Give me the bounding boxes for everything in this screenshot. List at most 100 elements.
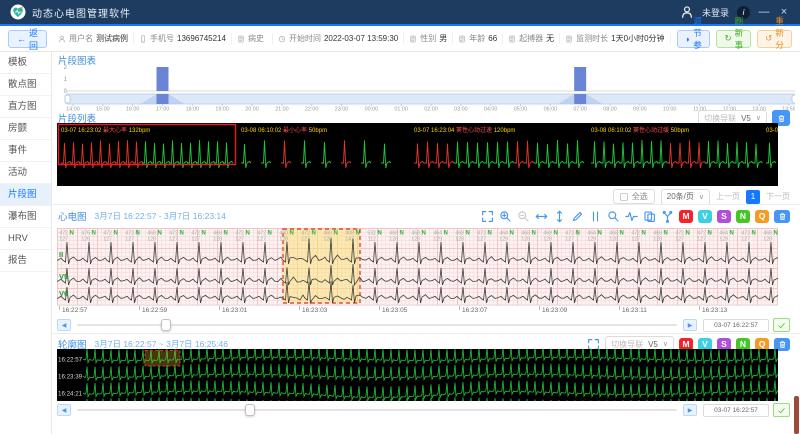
outline-strip[interactable]: 16:22:57 16:23:39 16:24:21 <box>57 349 778 401</box>
svg-text:128: 128 <box>279 237 288 243</box>
ecg-scrollbar[interactable] <box>77 319 677 331</box>
horizontal-scale-button[interactable] <box>535 210 548 223</box>
field-phone: 手机号 13696745214 <box>134 33 232 44</box>
outline-date-input[interactable] <box>703 403 769 417</box>
svg-text:03-07 16:23:02 最大心率 132bpm: 03-07 16:23:02 最大心率 132bpm <box>61 126 150 134</box>
back-arrow-icon: ← <box>17 33 26 44</box>
svg-text:N: N <box>598 231 602 237</box>
ecg-title: 心电图 <box>58 212 87 223</box>
chevron-down-icon: ∨ <box>662 341 668 348</box>
time-tick: 16:23:03 <box>298 306 328 314</box>
time-tick: 16:23:09 <box>538 306 568 314</box>
ecg-paper[interactable]: 472 N 127 476 N 126 472 N 127 472 N 127 468 N 128 472 N 1… <box>57 228 778 305</box>
sidebar-item-afib[interactable]: 房颤 <box>0 118 51 140</box>
sidebar-item-hrv[interactable]: HRV <box>0 228 51 250</box>
svg-text:N: N <box>444 231 448 237</box>
copy-button[interactable] <box>643 210 656 223</box>
caliper-button[interactable] <box>589 210 602 223</box>
page-size-select[interactable]: 20条/页 ∨ <box>660 188 710 205</box>
svg-text:V6: V6 <box>59 289 68 298</box>
chevron-down-icon: ∨ <box>755 115 761 122</box>
beat-label-N-button[interactable]: N <box>736 209 750 223</box>
ecg-scroll-left-button[interactable]: ◀ <box>57 319 71 331</box>
ecg-delete-button[interactable] <box>774 209 790 223</box>
select-all-checkbox[interactable]: 全选 <box>612 189 655 204</box>
zoom-out-button[interactable] <box>517 210 530 223</box>
search-icon <box>607 210 620 223</box>
waveform-icon <box>625 210 638 223</box>
sidebar-item-waterfall[interactable]: 瀑布图 <box>0 206 51 228</box>
time-tick: 16:23:07 <box>458 306 488 314</box>
svg-text:127: 127 <box>565 237 574 243</box>
refresh-events-button[interactable]: ↻刷新事件 <box>716 16 752 62</box>
sidebar-item-activity[interactable]: 活动 <box>0 162 51 184</box>
time-tick: 16:23:05 <box>378 306 408 314</box>
svg-text:N: N <box>378 231 382 237</box>
outline-scrollbar-thumb[interactable] <box>245 404 255 416</box>
zoom-in-button[interactable] <box>499 210 512 223</box>
app-logo-icon <box>10 4 26 20</box>
svg-text:N: N <box>774 231 778 237</box>
main-content: 片段图表 0 1 2 14:00 15:00 16:00 17:00 18:00 19:00 20… <box>52 52 800 434</box>
sidebar-item-report[interactable]: 报告 <box>0 250 51 272</box>
zoom-out-icon <box>517 210 530 223</box>
edit-button[interactable] <box>571 210 584 223</box>
field-duration: 监测时长 1天0小时0分钟 <box>560 33 671 44</box>
trash-icon <box>777 114 786 123</box>
sidebar-item-events[interactable]: 事件 <box>0 140 51 162</box>
svg-text:N: N <box>312 231 316 237</box>
sidebar-item-fragments[interactable]: 片段图 <box>0 184 51 206</box>
back-button[interactable]: ← 返回 <box>8 28 48 51</box>
beat-label-S-button[interactable]: S <box>717 209 731 223</box>
sidebar-item-template[interactable]: 模板 <box>0 52 51 74</box>
ecg-date-input[interactable] <box>703 318 769 332</box>
zoom-in-icon <box>499 210 512 223</box>
svg-text:N: N <box>620 231 624 237</box>
beat-label-Q-button[interactable]: Q <box>755 209 769 223</box>
magnifier-button[interactable] <box>607 210 620 223</box>
branch-icon <box>661 210 674 223</box>
refresh-icon: ↻ <box>724 33 732 43</box>
next-page-button[interactable]: 下一页 <box>766 191 790 202</box>
sidebar-item-scatter[interactable]: 散点图 <box>0 74 51 96</box>
adjust-params-button[interactable]: ◑调节参数 <box>676 16 711 62</box>
svg-text:N: N <box>180 231 184 237</box>
svg-text:112: 112 <box>368 237 376 243</box>
outline-scroll-left-button[interactable]: ◀ <box>57 404 71 416</box>
fullscreen-button[interactable] <box>481 210 494 223</box>
ecg-header: 心电图 3月7日 16:22:57 - 3月7日 16:23:14 M V S … <box>58 208 790 224</box>
beat-label-V-button[interactable]: V <box>698 209 712 223</box>
sidebar-item-histogram[interactable]: 直方图 <box>0 96 51 118</box>
reanalyze-button[interactable]: ↺重新分析 <box>757 16 792 62</box>
fragment-strip[interactable]: 03-07 16:23:02 最大心率 132bpm 03-08 06:10:02… <box>57 123 778 186</box>
outline-confirm-button[interactable] <box>773 403 790 417</box>
fragment-chart-canvas[interactable]: 01214:00 15:00 16:00 17:00 18:00 19:00 20:00 21… <box>57 64 795 112</box>
outline-scrollbar[interactable] <box>77 404 677 416</box>
current-page[interactable]: 1 <box>746 189 760 204</box>
time-tick: 16:23:13 <box>698 306 728 314</box>
svg-text:128: 128 <box>389 237 398 243</box>
doc-icon <box>458 35 466 43</box>
branch-button[interactable] <box>661 210 674 223</box>
vertical-scale-button[interactable] <box>553 210 566 223</box>
svg-text:N: N <box>246 231 250 237</box>
waveform-button[interactable] <box>625 210 638 223</box>
doc-icon <box>565 35 573 43</box>
svg-text:N: N <box>466 231 470 237</box>
svg-text:N: N <box>136 231 140 237</box>
ecg-confirm-button[interactable] <box>773 318 790 332</box>
expand-icon <box>481 210 494 223</box>
divider <box>52 333 800 334</box>
svg-text:N: N <box>268 231 272 237</box>
scrollbar-thumb[interactable] <box>794 396 799 434</box>
prev-page-button[interactable]: 上一页 <box>716 191 740 202</box>
beat-label-M-button[interactable]: M <box>679 209 693 223</box>
redo-icon: ↺ <box>765 33 773 43</box>
svg-text:N: N <box>422 231 426 237</box>
ecg-scroll-right-button[interactable]: ▶ <box>683 319 697 331</box>
ecg-time-axis: 16:22:57 16:22:59 16:23:01 16:23:03 16:2… <box>57 305 778 317</box>
svg-text:128: 128 <box>653 237 662 243</box>
outline-scroll-right-button[interactable]: ▶ <box>683 404 697 416</box>
ecg-scrollbar-thumb[interactable] <box>161 319 171 331</box>
minimize-button[interactable]: — <box>758 6 770 18</box>
